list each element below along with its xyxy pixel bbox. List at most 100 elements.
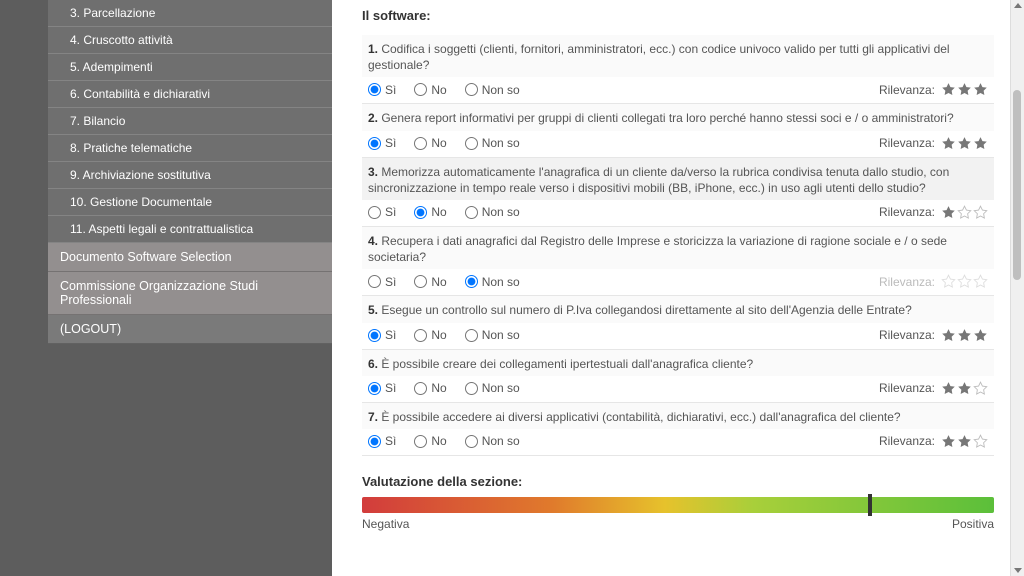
question-row: 7. È possibile accedere ai diversi appli… bbox=[362, 403, 994, 456]
answer-option-no[interactable]: No bbox=[414, 381, 446, 395]
answer-radio[interactable] bbox=[414, 137, 427, 150]
evaluation-pos-label: Positiva bbox=[952, 517, 994, 531]
relevance-label: Rilevanza: bbox=[879, 328, 935, 342]
answer-radio[interactable] bbox=[414, 275, 427, 288]
answer-radio[interactable] bbox=[465, 137, 478, 150]
star-icon[interactable] bbox=[957, 136, 972, 151]
answer-option-no[interactable]: No bbox=[414, 434, 446, 448]
answer-radio[interactable] bbox=[414, 382, 427, 395]
star-icon[interactable] bbox=[957, 205, 972, 220]
question-text: 3. Memorizza automaticamente l'anagrafic… bbox=[362, 158, 994, 200]
sidebar-sub-item[interactable]: 8. Pratiche telematiche bbox=[48, 135, 332, 162]
star-icon[interactable] bbox=[957, 328, 972, 343]
answer-radio[interactable] bbox=[465, 382, 478, 395]
sidebar-sub-item[interactable]: 3. Parcellazione bbox=[48, 0, 332, 27]
answer-option-si[interactable]: Sì bbox=[368, 275, 396, 289]
question-text: 1. Codifica i soggetti (clienti, fornito… bbox=[362, 35, 994, 77]
star-icon bbox=[973, 274, 988, 289]
answer-radio[interactable] bbox=[465, 275, 478, 288]
scroll-down-icon[interactable] bbox=[1014, 568, 1022, 573]
star-icon[interactable] bbox=[973, 381, 988, 396]
answer-radio[interactable] bbox=[368, 206, 381, 219]
answer-radio[interactable] bbox=[368, 83, 381, 96]
relevance-stars[interactable] bbox=[941, 381, 988, 396]
answer-option-si[interactable]: Sì bbox=[368, 205, 396, 219]
answer-radio[interactable] bbox=[465, 435, 478, 448]
star-icon[interactable] bbox=[973, 205, 988, 220]
question-row: 6. È possibile creare dei collegamenti i… bbox=[362, 350, 994, 403]
star-icon[interactable] bbox=[941, 328, 956, 343]
sidebar-main-item[interactable]: Documento Software Selection bbox=[48, 243, 332, 272]
relevance-stars[interactable] bbox=[941, 434, 988, 449]
star-icon[interactable] bbox=[957, 82, 972, 97]
star-icon[interactable] bbox=[973, 434, 988, 449]
answer-radio[interactable] bbox=[368, 382, 381, 395]
sidebar-sub-item[interactable]: 9. Archiviazione sostitutiva bbox=[48, 162, 332, 189]
answer-radio[interactable] bbox=[465, 329, 478, 342]
question-text: 4. Recupera i dati anagrafici dal Regist… bbox=[362, 227, 994, 269]
star-icon[interactable] bbox=[941, 434, 956, 449]
scroll-up-icon[interactable] bbox=[1014, 3, 1022, 8]
answer-option-si[interactable]: Sì bbox=[368, 434, 396, 448]
answer-radio[interactable] bbox=[414, 329, 427, 342]
evaluation-neg-label: Negativa bbox=[362, 517, 409, 531]
relevance-stars[interactable] bbox=[941, 82, 988, 97]
star-icon[interactable] bbox=[957, 381, 972, 396]
answer-option-nonso[interactable]: Non so bbox=[465, 205, 520, 219]
browser-scrollbar[interactable] bbox=[1010, 0, 1024, 576]
answer-radios: Sì No Non so bbox=[368, 83, 520, 97]
question-controls: SìNoNon soRilevanza: bbox=[362, 131, 994, 157]
answer-option-no[interactable]: No bbox=[414, 275, 446, 289]
star-icon[interactable] bbox=[941, 136, 956, 151]
relevance-stars[interactable] bbox=[941, 136, 988, 151]
answer-option-no[interactable]: No bbox=[414, 136, 446, 150]
answer-option-si[interactable]: Sì bbox=[368, 381, 396, 395]
sidebar-sub-item[interactable]: 10. Gestione Documentale bbox=[48, 189, 332, 216]
question-controls: SìNoNon soRilevanza: bbox=[362, 77, 994, 103]
answer-radio[interactable] bbox=[414, 206, 427, 219]
relevance-stars[interactable] bbox=[941, 205, 988, 220]
sidebar-sub-item[interactable]: 11. Aspetti legali e contrattualistica bbox=[48, 216, 332, 243]
relevance-label: Rilevanza: bbox=[879, 205, 935, 219]
answer-radio[interactable] bbox=[368, 435, 381, 448]
sidebar-logout[interactable]: (LOGOUT) bbox=[48, 315, 332, 344]
relevance: Rilevanza: bbox=[879, 381, 988, 396]
sidebar-sub-item[interactable]: 4. Cruscotto attività bbox=[48, 27, 332, 54]
sidebar-sub-item[interactable]: 5. Adempimenti bbox=[48, 54, 332, 81]
question-text: 6. È possibile creare dei collegamenti i… bbox=[362, 350, 994, 376]
answer-radio[interactable] bbox=[465, 206, 478, 219]
answer-option-nonso[interactable]: Non so bbox=[465, 381, 520, 395]
answer-radio[interactable] bbox=[368, 275, 381, 288]
answer-option-nonso[interactable]: Non so bbox=[465, 434, 520, 448]
answer-radio[interactable] bbox=[465, 83, 478, 96]
relevance: Rilevanza: bbox=[879, 434, 988, 449]
answer-option-nonso[interactable]: Non so bbox=[465, 328, 520, 342]
sidebar-main-item[interactable]: Commissione Organizzazione Studi Profess… bbox=[48, 272, 332, 315]
answer-option-no[interactable]: No bbox=[414, 205, 446, 219]
star-icon[interactable] bbox=[973, 82, 988, 97]
answer-option-si[interactable]: Sì bbox=[368, 328, 396, 342]
star-icon[interactable] bbox=[973, 328, 988, 343]
evaluation-labels: Negativa Positiva bbox=[362, 517, 994, 531]
star-icon[interactable] bbox=[941, 205, 956, 220]
answer-option-nonso[interactable]: Non so bbox=[465, 275, 520, 289]
star-icon[interactable] bbox=[941, 82, 956, 97]
answer-option-nonso[interactable]: Non so bbox=[465, 136, 520, 150]
star-icon[interactable] bbox=[941, 381, 956, 396]
answer-option-no[interactable]: No bbox=[414, 328, 446, 342]
star-icon[interactable] bbox=[973, 136, 988, 151]
answer-radio[interactable] bbox=[414, 435, 427, 448]
relevance-stars[interactable] bbox=[941, 328, 988, 343]
answer-radio[interactable] bbox=[368, 329, 381, 342]
answer-option-no[interactable]: No bbox=[414, 83, 446, 97]
answer-radio[interactable] bbox=[368, 137, 381, 150]
star-icon[interactable] bbox=[957, 434, 972, 449]
question-row: 3. Memorizza automaticamente l'anagrafic… bbox=[362, 158, 994, 227]
scroll-thumb[interactable] bbox=[1013, 90, 1021, 280]
answer-option-si[interactable]: Sì bbox=[368, 83, 396, 97]
sidebar-sub-item[interactable]: 6. Contabilità e dichiarativi bbox=[48, 81, 332, 108]
answer-option-nonso[interactable]: Non so bbox=[465, 83, 520, 97]
sidebar-sub-item[interactable]: 7. Bilancio bbox=[48, 108, 332, 135]
answer-radio[interactable] bbox=[414, 83, 427, 96]
answer-option-si[interactable]: Sì bbox=[368, 136, 396, 150]
